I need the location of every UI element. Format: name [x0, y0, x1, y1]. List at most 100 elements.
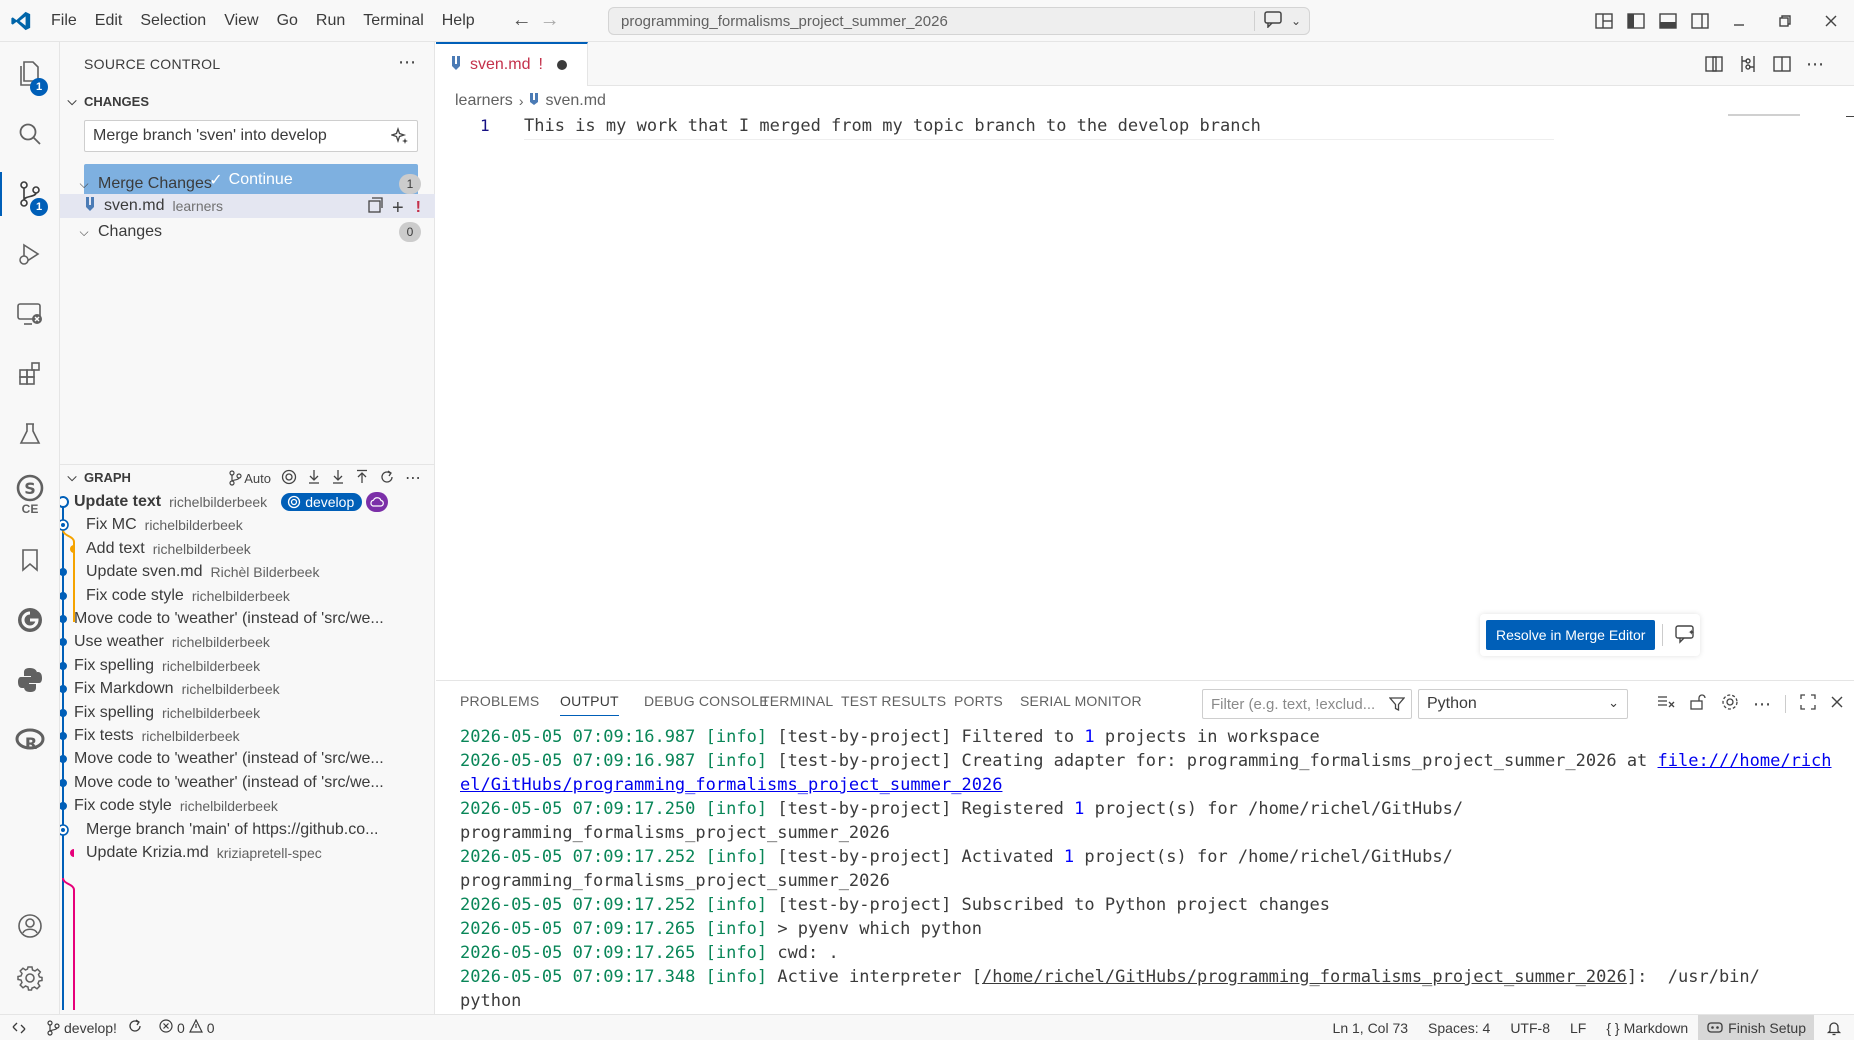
changes-section-header[interactable]: ⌵ CHANGES — [60, 88, 435, 114]
more-actions-icon[interactable]: ⋯ — [398, 52, 416, 73]
account-icon[interactable] — [0, 898, 60, 954]
chevron-down-icon[interactable]: ⌄ — [1291, 14, 1301, 28]
chat-icon[interactable]: ✦ — [1674, 624, 1696, 648]
menu-help[interactable]: Help — [433, 0, 484, 42]
testing-flask-icon[interactable] — [0, 406, 60, 462]
open-file-icon[interactable] — [366, 196, 384, 219]
restore-icon[interactable] — [1762, 0, 1808, 42]
breadcrumb-folder[interactable]: learners — [455, 92, 513, 110]
graph-section-header[interactable]: ⌵ GRAPH Auto ⋯ — [60, 464, 435, 490]
graph-commit-row[interactable]: Update text richelbilderbeek develop — [60, 490, 435, 514]
menu-edit[interactable]: Edit — [86, 0, 132, 42]
resolve-in-merge-editor-button[interactable]: Resolve in Merge Editor — [1486, 620, 1656, 650]
minimap[interactable] — [1728, 114, 1800, 116]
unsaved-dot-icon[interactable] — [556, 60, 567, 70]
menu-selection[interactable]: Selection — [131, 0, 215, 42]
maximize-panel-icon[interactable] — [1800, 694, 1816, 714]
compare-icon[interactable] — [1738, 54, 1758, 78]
panel-tab-debug-console[interactable]: DEBUG CONSOLE — [644, 693, 769, 709]
bookmark-icon[interactable] — [0, 532, 60, 588]
source-control-icon[interactable]: 1 — [0, 166, 60, 222]
output-log[interactable]: 2026-05-05 07:09:16.987 [info] [test-by-… — [460, 725, 1840, 1013]
graph-commit-row[interactable]: Use weather richelbilderbeek — [60, 630, 435, 654]
output-channel-select[interactable]: Python ⌄ — [1418, 689, 1628, 719]
push-icon[interactable] — [355, 469, 369, 488]
search-icon[interactable] — [0, 106, 60, 162]
remote-indicator-icon[interactable] — [0, 1015, 38, 1040]
graph-commit-row[interactable]: Fix code style richelbilderbeek — [60, 584, 435, 608]
extensions-icon[interactable] — [0, 346, 60, 402]
panel-tab-ports[interactable]: PORTS — [954, 693, 1003, 709]
stage-plus-icon[interactable]: + — [392, 198, 404, 218]
code-line[interactable]: This is my work that I merged from my to… — [524, 116, 1261, 136]
breadcrumb-file[interactable]: sven.md — [545, 92, 605, 110]
split-editor-icon[interactable] — [1772, 54, 1792, 78]
graph-commit-row[interactable]: Update sven.md Richèl Bilderbeek — [60, 560, 435, 584]
branch-auto-toggle[interactable]: Auto — [228, 470, 271, 486]
branch-tag-develop[interactable]: develop — [281, 493, 363, 511]
r-language-icon[interactable]: R — [0, 712, 60, 768]
minimize-icon[interactable] — [1716, 0, 1762, 42]
remote-explorer-icon[interactable] — [0, 286, 60, 342]
graph-commit-row[interactable]: Fix Markdown richelbilderbeek — [60, 677, 435, 701]
toggle-sidebar-icon[interactable] — [1620, 0, 1652, 42]
panel-tab-output[interactable]: OUTPUT — [560, 693, 619, 716]
graph-commit-row[interactable]: Merge branch 'main' of https://github.co… — [60, 818, 435, 842]
graph-more-icon[interactable]: ⋯ — [405, 468, 421, 488]
target-icon[interactable] — [281, 469, 297, 488]
pull-icon[interactable] — [331, 469, 345, 488]
graph-commit-row[interactable]: Fix spelling richelbilderbeek — [60, 701, 435, 725]
log-path-link[interactable]: /home/richel/GitHubs/programming_formali… — [982, 967, 1627, 987]
graph-commit-row[interactable]: Fix MC richelbilderbeek — [60, 513, 435, 537]
commit-message-input[interactable]: Merge branch 'sven' into develop — [84, 120, 418, 152]
lock-scroll-icon[interactable] — [1689, 693, 1707, 715]
language-mode[interactable]: { } Markdown — [1596, 1015, 1698, 1040]
end-of-line[interactable]: LF — [1560, 1015, 1596, 1040]
remote-cloud-icon[interactable] — [366, 492, 389, 512]
toggle-secondary-sidebar-icon[interactable] — [1684, 0, 1716, 42]
graph-commit-row[interactable]: Move code to 'weather' (instead of 'src/… — [60, 747, 435, 771]
run-debug-icon[interactable] — [0, 226, 60, 282]
editor-more-icon[interactable]: ⋯ — [1806, 54, 1824, 78]
panel-tab-terminal[interactable]: TERMINAL — [761, 693, 833, 709]
branch-status[interactable]: develop! — [38, 1015, 151, 1040]
graph-commit-row[interactable]: Move code to 'weather' (instead of 'src/… — [60, 607, 435, 631]
python-icon[interactable] — [0, 652, 60, 708]
panel-more-icon[interactable]: ⋯ — [1753, 694, 1771, 715]
menu-terminal[interactable]: Terminal — [354, 0, 432, 42]
panel-tab-serial-monitor[interactable]: SERIAL MONITOR — [1020, 693, 1142, 709]
close-panel-icon[interactable] — [1830, 695, 1844, 713]
notifications-bell-icon[interactable] — [1814, 1015, 1854, 1040]
clear-output-icon[interactable] — [1657, 694, 1675, 714]
output-settings-gear-icon[interactable] — [1721, 693, 1739, 715]
tab-sven-md[interactable]: sven.md ! — [436, 42, 588, 86]
graph-commit-row[interactable]: Move code to 'weather' (instead of 'src/… — [60, 771, 435, 795]
menu-view[interactable]: View — [215, 0, 267, 42]
copilot-chat-icon[interactable] — [1263, 10, 1283, 32]
menu-run[interactable]: Run — [307, 0, 354, 42]
problems-status[interactable]: 0 0 — [151, 1015, 223, 1040]
settings-gear-icon[interactable] — [0, 950, 60, 1006]
encoding[interactable]: UTF-8 — [1500, 1015, 1560, 1040]
fetch-icon[interactable] — [307, 469, 321, 488]
forward-arrow-icon[interactable]: → — [536, 9, 564, 32]
finish-setup-button[interactable]: Finish Setup — [1698, 1015, 1814, 1040]
toggle-panel-icon[interactable] — [1652, 0, 1684, 42]
sparkle-icon[interactable] — [389, 126, 409, 150]
indentation[interactable]: Spaces: 4 — [1418, 1015, 1500, 1040]
filter-icon[interactable] — [1388, 696, 1406, 716]
sync-icon[interactable] — [127, 1018, 143, 1037]
graph-commit-row[interactable]: Fix tests richelbilderbeek — [60, 724, 435, 748]
editor-area[interactable]: 1 This is my work that I merged from my … — [436, 112, 1854, 680]
changes-group[interactable]: ⌵ Changes 0 — [60, 220, 435, 244]
merge-file-row[interactable]: sven.md learners + ! — [60, 194, 435, 218]
graph-commit-row[interactable]: Fix code style richelbilderbeek — [60, 794, 435, 818]
back-arrow-icon[interactable]: ← — [508, 9, 536, 32]
graph-commit-row[interactable]: Fix spelling richelbilderbeek — [60, 654, 435, 678]
menu-go[interactable]: Go — [268, 0, 307, 42]
command-center[interactable]: programming_formalisms_project_summer_20… — [608, 7, 1310, 35]
sonarqube-icon[interactable]: S CE — [0, 462, 60, 528]
panel-tab-test-results[interactable]: TEST RESULTS — [841, 693, 946, 709]
explorer-icon[interactable]: 1 — [0, 46, 60, 102]
gitkraken-icon[interactable] — [0, 592, 60, 648]
